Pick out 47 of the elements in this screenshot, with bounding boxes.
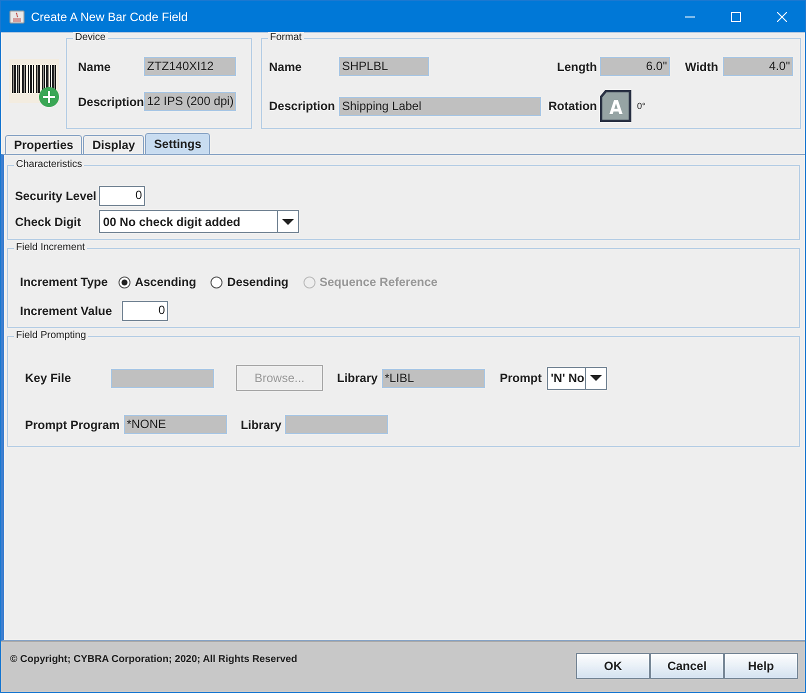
read-only-field: 12 IPS (200 dpi): [144, 92, 236, 111]
field-label: Length: [557, 60, 597, 74]
input-field[interactable]: 0: [99, 186, 145, 206]
tab[interactable]: Display: [83, 135, 144, 154]
copyright-text: © Copyright; CYBRA Corporation; 2020; All Rights Reserved: [10, 654, 298, 665]
radio-button[interactable]: Ascending: [118, 275, 196, 289]
app-icon: [9, 8, 25, 24]
group-label: Field Prompting: [14, 330, 88, 342]
field-label: Library: [240, 418, 282, 432]
rotation-value: 0°: [637, 101, 646, 111]
rotation-icon: A: [600, 90, 632, 122]
maximize-icon: [731, 12, 741, 22]
radio-button[interactable]: Desending: [210, 275, 288, 289]
read-only-field: 4.0": [723, 57, 793, 76]
field-label: Security Level: [15, 189, 98, 203]
field-label: Key File: [25, 371, 72, 385]
dropdown[interactable]: 00 No check digit added: [99, 210, 299, 233]
new-barcode-icon: [9, 59, 59, 107]
close-icon: [777, 12, 787, 22]
tab[interactable]: Properties: [5, 135, 82, 154]
field-label: Increment Type: [20, 275, 108, 289]
field-label: Width: [685, 60, 720, 74]
read-only-field: 6.0": [600, 57, 670, 76]
dialog-button[interactable]: Cancel: [650, 653, 724, 679]
field-label: Check Digit: [15, 214, 82, 228]
field-label: Description: [78, 94, 144, 108]
field-label: Prompt Program: [25, 418, 120, 432]
read-only-field: Shipping Label: [339, 96, 541, 116]
read-only-field: SHPLBL: [339, 57, 429, 76]
dropdown[interactable]: 'N' No: [546, 366, 607, 390]
caret-icon: [590, 375, 602, 381]
tab[interactable]: Settings: [145, 133, 210, 154]
dialog-button[interactable]: OK: [576, 653, 650, 679]
read-only-field: *NONE: [124, 415, 227, 434]
field-label: Name: [78, 60, 112, 74]
read-only-field: ZTZ140XI12: [144, 57, 236, 76]
field-label: Increment Value: [20, 304, 112, 318]
dialog-button[interactable]: Help: [724, 653, 798, 679]
window-title: Create A New Bar Code Field: [31, 10, 189, 24]
field-label: Prompt: [500, 371, 542, 385]
field-label: Description: [269, 99, 336, 113]
field-label: Library: [337, 371, 378, 385]
read-only-field: *LIBL: [382, 368, 485, 388]
field-label: Rotation: [548, 99, 597, 113]
field-label: Name: [269, 60, 303, 74]
caret-icon: [282, 218, 294, 224]
input-field[interactable]: 0: [122, 301, 168, 321]
